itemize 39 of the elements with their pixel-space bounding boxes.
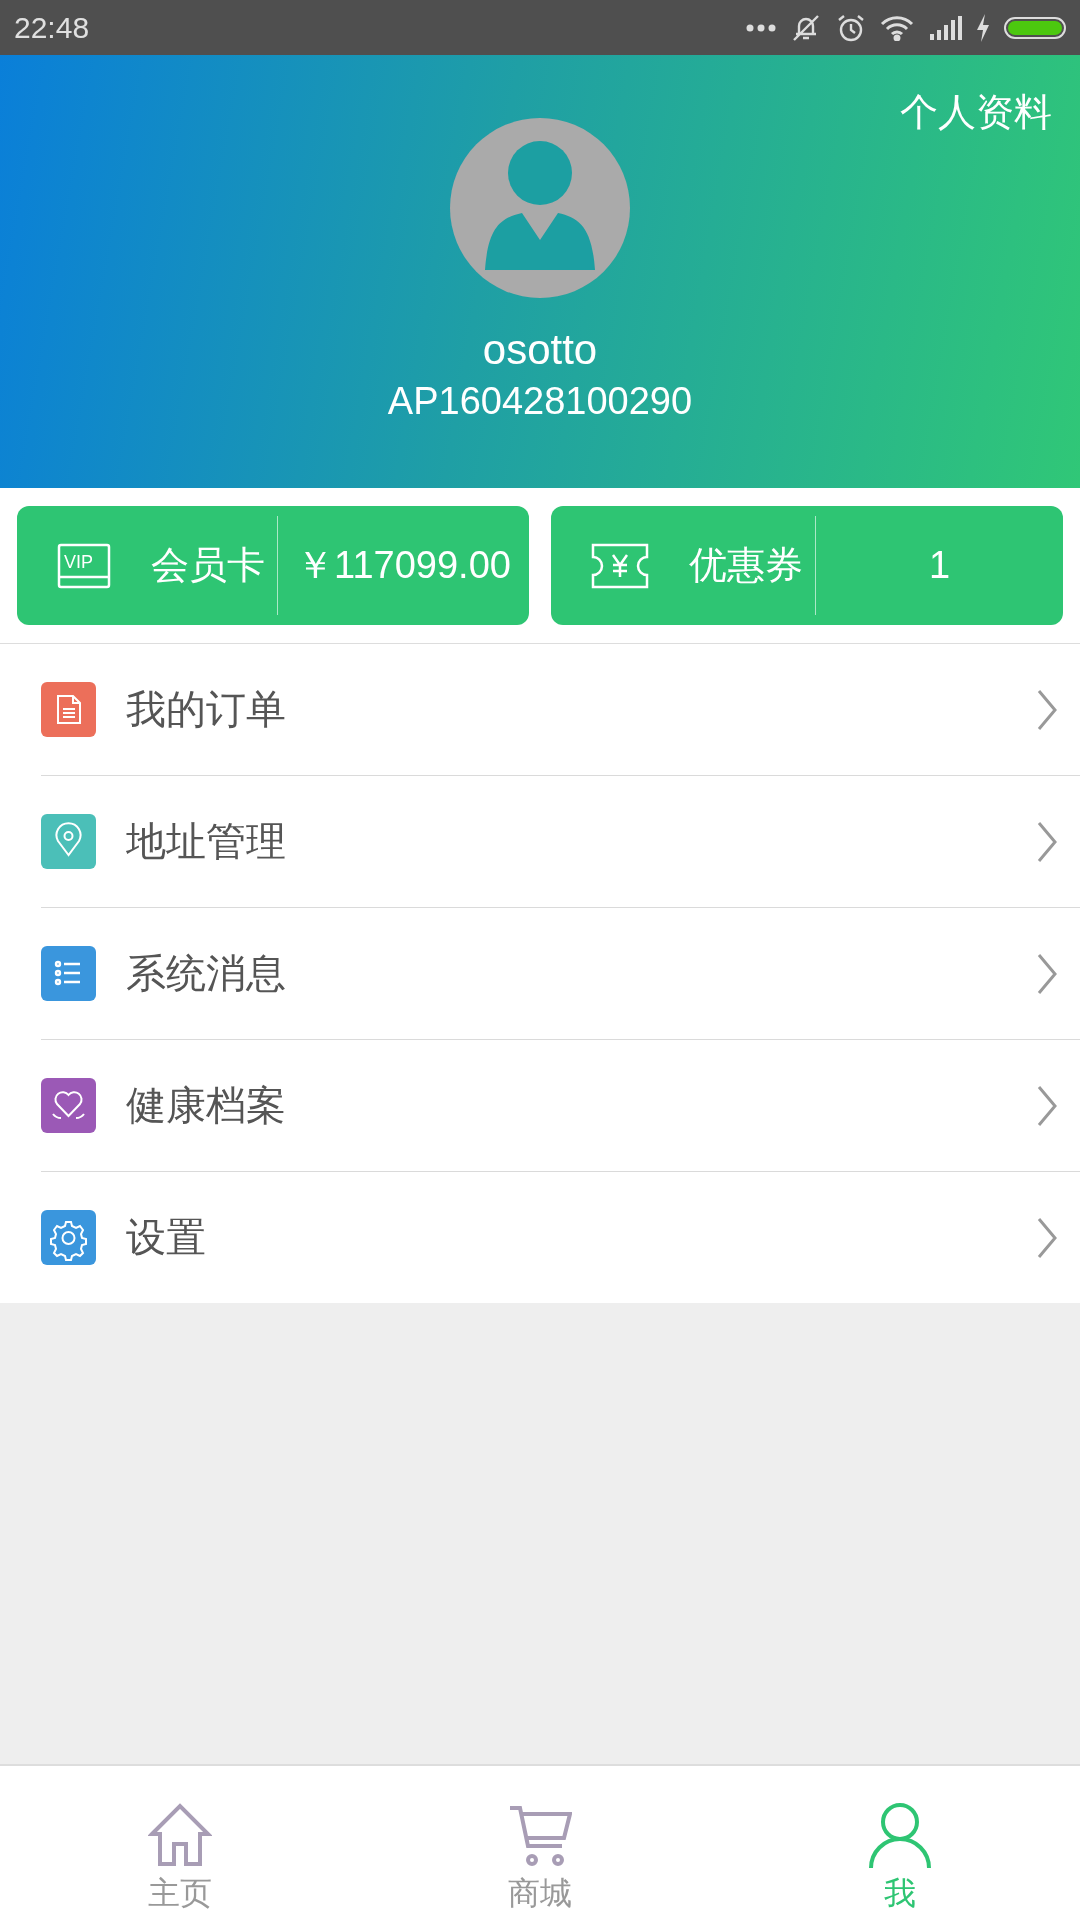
- nav-tab[interactable]: 商城: [360, 1766, 720, 1920]
- vip-card-icon: VIP: [57, 542, 111, 589]
- menu-item[interactable]: 我的订单: [41, 644, 1080, 776]
- yuan-ticket-icon: [591, 542, 649, 589]
- summary-card[interactable]: VIP 会员卡 ￥117099.00: [17, 506, 529, 625]
- chevron-right-icon: [1036, 820, 1058, 863]
- summary-card[interactable]: 优惠券 1: [551, 506, 1063, 625]
- menu-label: 健康档案: [126, 1081, 287, 1130]
- menu-item[interactable]: 地址管理: [41, 776, 1080, 908]
- avatar-icon: [450, 118, 630, 298]
- chevron-right-icon: [1036, 688, 1058, 731]
- alarm-icon: [836, 12, 866, 43]
- chevron-right-icon: [1036, 1084, 1058, 1127]
- status-time: 22:48: [14, 10, 90, 45]
- nav-tab[interactable]: 我: [720, 1766, 1080, 1920]
- profile-link[interactable]: 个人资料: [900, 87, 1052, 138]
- menu-label: 地址管理: [126, 817, 287, 866]
- card-label: 优惠券: [689, 542, 803, 589]
- chevron-right-icon: [1036, 952, 1058, 995]
- charging-icon: [976, 13, 990, 42]
- home-icon: [148, 1802, 212, 1868]
- card-value: 1: [927, 544, 952, 587]
- menu-item[interactable]: 健康档案: [41, 1040, 1080, 1172]
- signal-icon: [928, 15, 962, 40]
- chevron-right-icon: [1036, 1216, 1058, 1259]
- menu-label: 设置: [126, 1213, 207, 1262]
- wifi-icon: [880, 14, 914, 41]
- username: osotto: [482, 326, 598, 374]
- card-value: ￥117099.00: [295, 543, 512, 588]
- menu-label: 系统消息: [126, 949, 287, 998]
- person-icon: [868, 1802, 932, 1868]
- menu-item[interactable]: 设置: [41, 1172, 1080, 1303]
- card-label: 会员卡: [151, 542, 265, 589]
- menu-label: 我的订单: [126, 685, 287, 734]
- nav-tab[interactable]: 主页: [0, 1766, 360, 1920]
- menu-item[interactable]: 系统消息: [41, 908, 1080, 1040]
- more-dots-icon: [746, 22, 776, 33]
- battery-icon: [1004, 16, 1066, 39]
- member-id: AP160428100290: [387, 380, 693, 423]
